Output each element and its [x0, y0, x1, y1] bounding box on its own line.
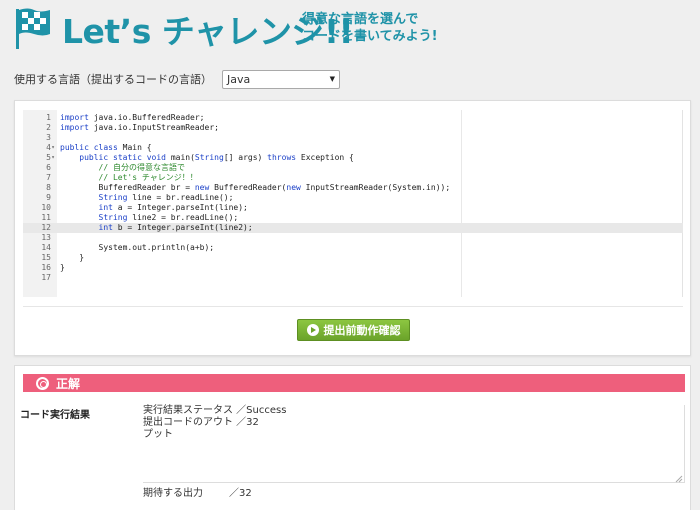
line-number: 3: [46, 133, 51, 142]
code-line[interactable]: 17: [23, 273, 683, 283]
status-line: 実行結果ステータス ／Success: [143, 405, 287, 416]
code-line[interactable]: 2 import java.io.InputStreamReader;: [23, 123, 683, 133]
code-line[interactable]: 14 System.out.println(a+b);: [23, 243, 683, 253]
code-text: public static void main(String[] args) t…: [79, 153, 354, 162]
app-subtitle: 得意な言語を選んで コードを書いてみよう!: [302, 11, 438, 45]
code-line[interactable]: 5 ▾ public static void main(String[] args…: [23, 153, 683, 163]
run-check-label: 提出前動作確認: [323, 324, 401, 337]
line-number: 13: [41, 233, 51, 242]
language-label: 使用する言語（提出するコードの言語）: [14, 73, 212, 86]
code-text: int a = Integer.parseInt(line);: [98, 203, 248, 212]
line-number: 14: [41, 243, 51, 252]
correct-circle-icon: [36, 376, 49, 390]
line-number: 15: [41, 253, 51, 262]
result-title: 正解: [56, 376, 81, 391]
line-number: 4: [46, 143, 51, 152]
line-number: 10: [41, 203, 51, 212]
fold-arrow-icon[interactable]: ▾: [49, 153, 57, 163]
code-line[interactable]: 4 ▾ public class Main {: [23, 143, 683, 153]
language-selected-value: Java: [227, 72, 251, 86]
code-line[interactable]: 13: [23, 233, 683, 243]
line-number: 17: [41, 273, 51, 282]
checkered-flag-icon: [16, 8, 50, 49]
code-line[interactable]: 11 String line2 = br.readLine();: [23, 213, 683, 223]
line-number: 5: [46, 153, 51, 162]
code-text: }: [60, 263, 65, 272]
code-text: // Let's チャレンジ！！: [98, 173, 198, 182]
code-text: import java.io.BufferedReader;: [60, 113, 205, 122]
code-text: // 自分の得意な言語で: [98, 163, 185, 172]
code-line[interactable]: 16}: [23, 263, 683, 273]
code-line[interactable]: 10 int a = Integer.parseInt(line);: [23, 203, 683, 213]
run-check-button[interactable]: 提出前動作確認: [297, 319, 410, 341]
line-number: 12: [41, 223, 51, 232]
subtitle-line-1: 得意な言語を選んで: [302, 12, 419, 27]
code-editor[interactable]: 1 import java.io.BufferedReader; 2 import j…: [23, 110, 683, 297]
play-icon: [306, 324, 319, 336]
expected-output-value: ／32: [229, 488, 252, 499]
code-text: import java.io.InputStreamReader;: [60, 123, 219, 132]
result-card: 正解 コード実行結果 実行結果ステータス ／Success 提出コードのアウト …: [14, 365, 691, 510]
line-number: 11: [41, 213, 51, 222]
result-banner: 正解: [23, 374, 685, 392]
expected-output-label: 期待する出力: [143, 488, 203, 499]
line-number: 6: [46, 163, 51, 172]
code-line[interactable]: 15 }: [23, 253, 683, 263]
line-number: 8: [46, 183, 51, 192]
divider: [23, 306, 683, 307]
header: Let’s チャレンジ!! 得意な言語を選んで コードを書いてみよう!: [0, 0, 700, 56]
code-text: int b = Integer.parseInt(line2);: [98, 223, 253, 232]
line-number: 7: [46, 173, 51, 182]
line-number: 9: [46, 193, 51, 202]
line-number: 16: [41, 263, 51, 272]
code-text: public class Main {: [60, 143, 152, 152]
code-line[interactable]: 12 int b = Integer.parseInt(line2);: [23, 223, 683, 233]
code-line[interactable]: 3: [23, 133, 683, 143]
language-row: 使用する言語（提出するコードの言語） Java ▼: [14, 69, 340, 89]
output-line-1: 提出コードのアウト ／32: [143, 417, 259, 428]
subtitle-line-2: コードを書いてみよう!: [302, 29, 438, 44]
code-line[interactable]: 6 // 自分の得意な言語で: [23, 163, 683, 173]
output-line-2: プット: [143, 429, 173, 440]
line-number: 1: [46, 113, 51, 122]
code-text: System.out.println(a+b);: [60, 243, 215, 252]
fold-arrow-icon[interactable]: ▾: [49, 143, 57, 153]
code-line[interactable]: 9 String line = br.readLine();: [23, 193, 683, 203]
code-line[interactable]: 8 BufferedReader br = new BufferedReader…: [23, 183, 683, 193]
language-select[interactable]: Java ▼: [222, 69, 340, 89]
line-number: 2: [46, 123, 51, 132]
exec-result-label: コード実行結果: [20, 410, 90, 421]
editor-card: 1 import java.io.BufferedReader; 2 import j…: [14, 100, 691, 356]
result-text: 実行結果ステータス ／Success 提出コードのアウト ／32 プット: [143, 405, 286, 441]
code-text: String line = br.readLine();: [98, 193, 234, 202]
code-text: BufferedReader br = new BufferedReader(n…: [60, 183, 451, 192]
expected-output-row: 期待する出力 ／32: [143, 484, 252, 499]
code-text: }: [60, 253, 85, 262]
code-line[interactable]: 7 // Let's チャレンジ！！: [23, 173, 683, 183]
code-line[interactable]: 1 import java.io.BufferedReader;: [23, 113, 683, 123]
code-text: String line2 = br.readLine();: [98, 213, 239, 222]
dropdown-arrow-icon: ▼: [329, 75, 335, 83]
resize-grip-icon[interactable]: [675, 475, 683, 483]
